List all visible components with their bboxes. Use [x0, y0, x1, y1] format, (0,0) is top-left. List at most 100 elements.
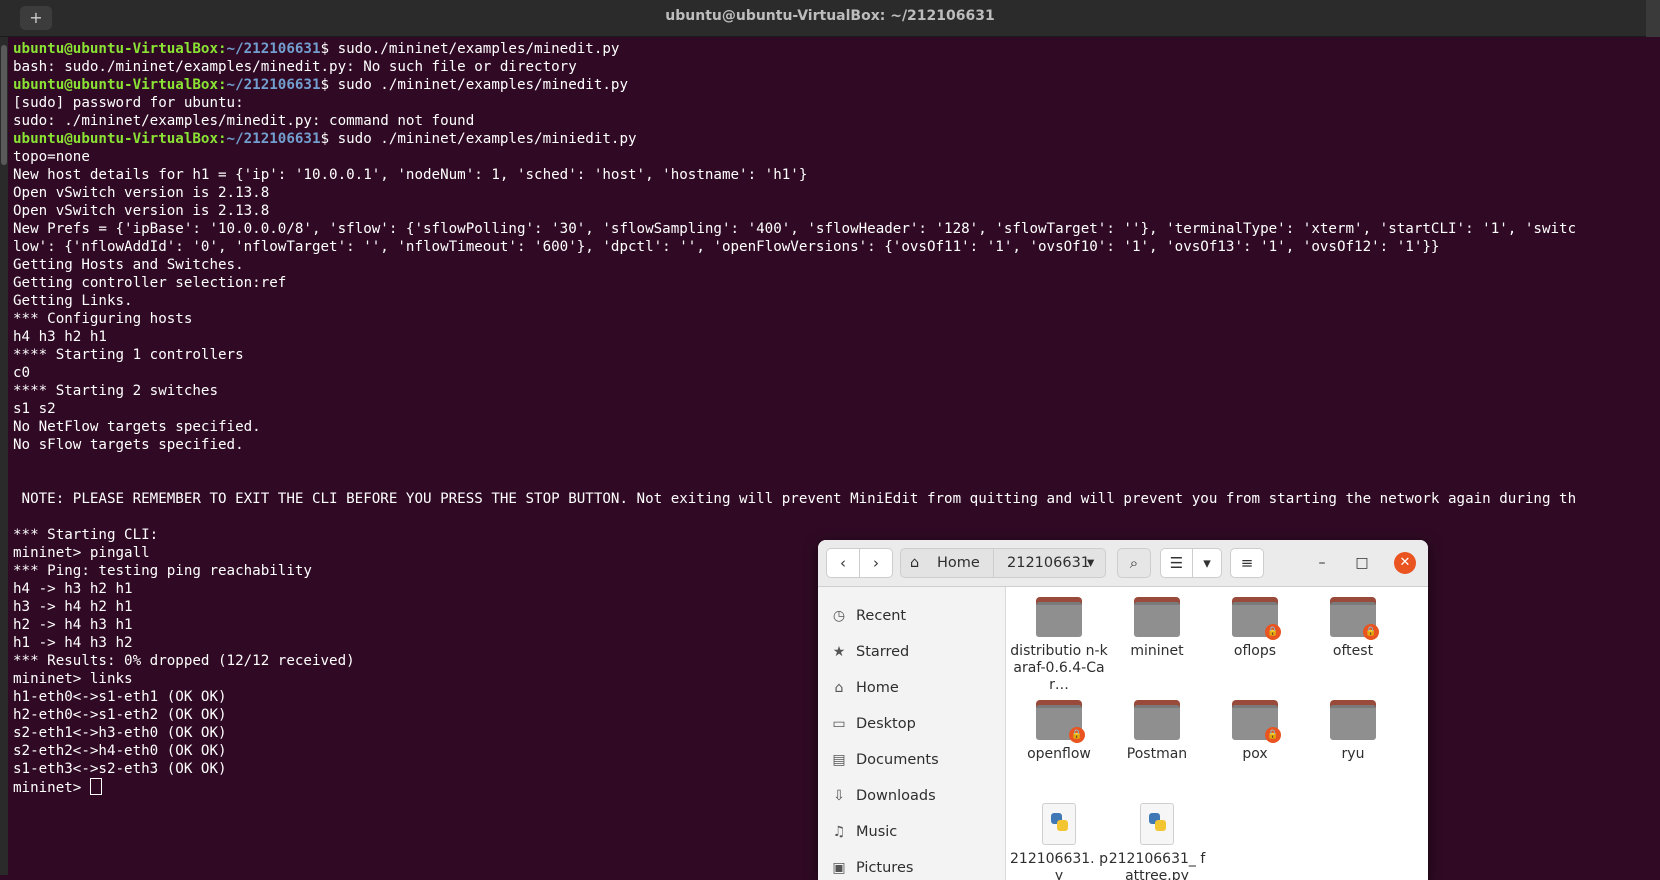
sidebar-item-music[interactable]: ♫ Music: [830, 819, 1000, 845]
output-text: *** Starting CLI:: [13, 527, 159, 543]
path-bar: ⌂ Home 212106631 ▾: [900, 548, 1106, 578]
output-text: mininet>: [13, 780, 90, 796]
folder-icon: [1134, 597, 1180, 637]
folder-icon: [1330, 700, 1376, 740]
minimize-button[interactable]: –: [1311, 552, 1333, 574]
python-logo-yellow: [1155, 820, 1166, 831]
prompt-separator: :: [218, 77, 227, 93]
folder-icon: 🔒: [1232, 700, 1281, 743]
search-icon: ⌕: [1129, 554, 1139, 572]
folder-item[interactable]: Postman: [1108, 700, 1206, 763]
lock-icon: 🔒: [1363, 624, 1379, 640]
titlebar-edge: [1646, 0, 1660, 37]
output-text: Getting controller selection:ref: [13, 275, 287, 291]
folder-body: [1330, 705, 1376, 740]
output-text: **** Starting 1 controllers: [13, 347, 244, 363]
terminal-scrollbar[interactable]: [0, 37, 8, 875]
folder-item[interactable]: 🔒 oftest: [1304, 597, 1402, 660]
maximize-button[interactable]: □: [1351, 552, 1373, 574]
close-icon: ✕: [1399, 555, 1411, 570]
sidebar-item-desktop[interactable]: ▭ Desktop: [830, 711, 1000, 737]
maximize-icon: □: [1355, 555, 1369, 571]
folder-item[interactable]: 🔒 pox: [1206, 700, 1304, 763]
file-manager-window: ‹ › ⌂ Home 212106631 ▾ ⌕ ☰ ▾ ≡ – □ ✕ ◷ Re…: [818, 540, 1428, 880]
output-text: *** Ping: testing ping reachability: [13, 563, 312, 579]
prompt-path: ~/212106631: [226, 77, 321, 93]
downloads-icon: ⇩: [833, 788, 845, 804]
sidebar-item-home[interactable]: ⌂ Home: [830, 675, 1000, 701]
terminal-line: Getting Links.: [13, 292, 1660, 310]
folder-item[interactable]: mininet: [1108, 597, 1206, 660]
python-logo-yellow: [1057, 820, 1068, 831]
output-text: h1 -> h4 h3 h2: [13, 635, 133, 651]
sidebar-item-label: Documents: [856, 752, 939, 768]
terminal-line: bash: sudo./mininet/examples/minedit.py:…: [13, 58, 1660, 76]
folder-body: [1134, 705, 1180, 740]
prompt-user: ubuntu@ubuntu-VirtualBox: [13, 41, 218, 57]
item-label: openflow: [1027, 746, 1091, 762]
output-text: Open vSwitch version is 2.13.8: [13, 203, 270, 219]
terminal-line: ubuntu@ubuntu-VirtualBox:~/212106631$ su…: [13, 76, 1660, 94]
folder-item[interactable]: 🔒 oflops: [1206, 597, 1304, 660]
output-text: h1-eth0<->s1-eth1 (OK OK): [13, 689, 227, 705]
path-segment-current[interactable]: 212106631: [1007, 549, 1090, 577]
view-options-button[interactable]: ▾: [1192, 548, 1222, 578]
output-text: mininet> links: [13, 671, 133, 687]
sidebar-item-label: Recent: [856, 608, 907, 624]
sidebar-item-recent[interactable]: ◷ Recent: [830, 603, 1000, 629]
sidebar-item-starred[interactable]: ★ Starred: [830, 639, 1000, 665]
lock-icon: 🔒: [1069, 727, 1085, 743]
output-text: New Prefs = {'ipBase': '10.0.0.0/8', 'sf…: [13, 221, 1577, 237]
prompt-separator: :: [218, 41, 227, 57]
sidebar-item-label: Music: [856, 824, 898, 840]
folder-item[interactable]: distributio n-karaf-0.6.4-Car…: [1010, 597, 1108, 694]
clock-icon: ◷: [832, 608, 846, 624]
sidebar-item-label: Home: [856, 680, 899, 696]
prompt-separator: :: [218, 131, 227, 147]
python-file-icon: [1140, 803, 1174, 845]
folder-item[interactable]: 🔒 openflow: [1010, 700, 1108, 763]
minimize-icon: –: [1318, 555, 1326, 571]
sidebar-item-documents[interactable]: ▤ Documents: [830, 747, 1000, 773]
path-divider: [993, 549, 994, 577]
menu-button[interactable]: ≡: [1230, 548, 1264, 578]
output-text: h4 h3 h2 h1: [13, 329, 107, 345]
output-text: mininet> pingall: [13, 545, 150, 561]
sidebar-item-pictures[interactable]: ▣ Pictures: [830, 855, 1000, 880]
path-dropdown-icon[interactable]: ▾: [1087, 549, 1094, 577]
close-button[interactable]: ✕: [1394, 552, 1416, 574]
terminal-line: [sudo] password for ubuntu:: [13, 94, 1660, 112]
list-view-button[interactable]: ☰: [1160, 548, 1193, 578]
prompt-path: ~/212106631: [226, 131, 321, 147]
output-text: h4 -> h3 h2 h1: [13, 581, 133, 597]
pictures-icon: ▣: [832, 860, 846, 876]
folder-icon: 🔒: [1232, 597, 1281, 640]
terminal-line: ubuntu@ubuntu-VirtualBox:~/212106631$ su…: [13, 130, 1660, 148]
hamburger-menu-icon: ≡: [1240, 554, 1254, 572]
scrollbar-thumb[interactable]: [1, 45, 7, 165]
folder-icon: 🔒: [1330, 597, 1379, 640]
folder-item[interactable]: ryu: [1304, 700, 1402, 763]
terminal-line: No NetFlow targets specified.: [13, 418, 1660, 436]
forward-button[interactable]: ›: [859, 548, 893, 578]
terminal-line: c0: [13, 364, 1660, 382]
file-item[interactable]: 212106631. py: [1010, 803, 1108, 880]
search-button[interactable]: ⌕: [1117, 548, 1151, 578]
output-text: New host details for h1 = {'ip': '10.0.0…: [13, 167, 808, 183]
path-home-icon[interactable]: ⌂: [910, 549, 919, 577]
output-text: bash: sudo./mininet/examples/minedit.py:…: [13, 59, 577, 75]
desktop-icon: ▭: [832, 716, 846, 732]
path-segment-home[interactable]: Home: [937, 549, 980, 577]
file-item[interactable]: 212106631_ fattree.py: [1108, 803, 1206, 880]
file-manager-headerbar: ‹ › ⌂ Home 212106631 ▾ ⌕ ☰ ▾ ≡ – □ ✕: [818, 540, 1428, 587]
output-text: low': {'nflowAddId': '0', 'nflowTarget':…: [13, 239, 1440, 255]
output-text: No sFlow targets specified.: [13, 437, 244, 453]
terminal-line: Getting Hosts and Switches.: [13, 256, 1660, 274]
item-label: oftest: [1332, 643, 1374, 659]
terminal-line: ubuntu@ubuntu-VirtualBox:~/212106631$ su…: [13, 40, 1660, 58]
output-text: c0: [13, 365, 31, 381]
back-button[interactable]: ‹: [826, 548, 860, 578]
text-cursor: [89, 778, 102, 795]
terminal-line: Open vSwitch version is 2.13.8: [13, 184, 1660, 202]
sidebar-item-downloads[interactable]: ⇩ Downloads: [830, 783, 1000, 809]
